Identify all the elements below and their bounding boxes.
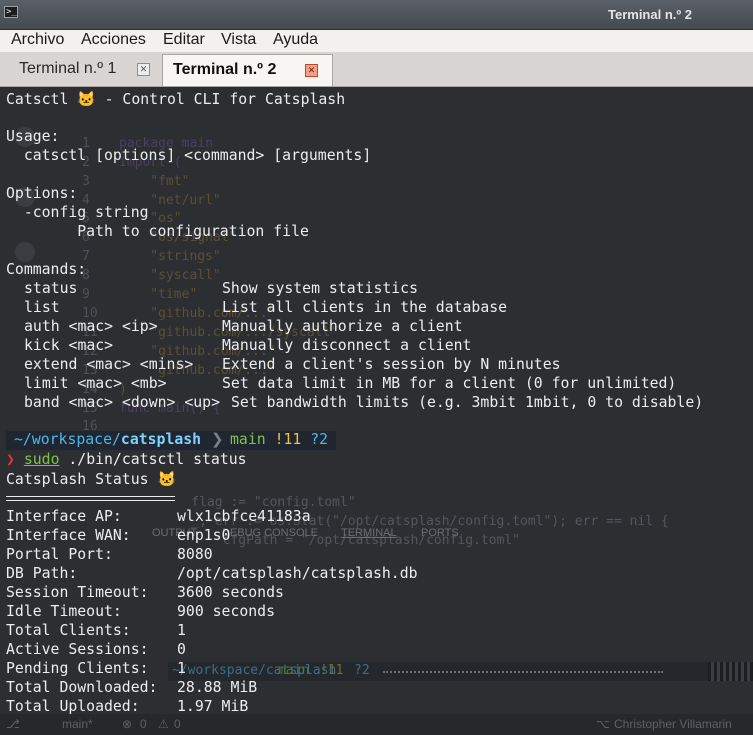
status-title: Catsplash Status 🐱: [6, 471, 176, 488]
ghost-prompt-filler: [383, 671, 663, 673]
menu-bar: Archivo Acciones Editar Vista Ayuda: [0, 30, 753, 53]
menu-acciones[interactable]: Acciones: [81, 31, 146, 49]
command-desc: Show system statistics: [222, 280, 418, 297]
help-header: Catsctl 🐱 - Control CLI for Catsplash: [6, 91, 346, 108]
status-label: Total Uploaded:: [6, 698, 140, 715]
ghost-panel-debug: DEBUG CONSOLE: [222, 527, 318, 539]
window-titlebar[interactable]: >_ Terminal n.º 2: [0, 0, 753, 30]
commands-label: Commands:: [6, 261, 87, 278]
command-sudo: sudo: [23, 451, 60, 468]
command-desc: List all clients in the database: [222, 299, 508, 316]
command-name: auth <mac> <ip>: [24, 318, 158, 335]
tab-label: Terminal n.º 2: [173, 61, 277, 78]
status-label: Session Timeout:: [6, 584, 149, 601]
status-label: Pending Clients:: [6, 660, 149, 677]
status-label: Interface WAN:: [6, 527, 131, 544]
status-value: 8080: [177, 546, 213, 563]
status-value: 1.97 MiB: [177, 698, 249, 715]
ghost-warning-icon: ⚠: [158, 717, 169, 731]
status-divider: [6, 496, 175, 501]
ghost-prompt-untracked: ?2: [354, 663, 370, 678]
ghost-source-control-icon: ⎇: [6, 717, 20, 731]
status-label: Active Sessions:: [6, 641, 149, 658]
command-name: extend <mac> <mins>: [24, 356, 194, 373]
status-value: 0: [177, 641, 186, 658]
ghost-branch: main*: [62, 717, 93, 731]
status-value: 3600 seconds: [177, 584, 284, 601]
prompt-git-status: main !11 ?2: [230, 431, 329, 448]
prompt-arrow-icon: ❯: [6, 451, 15, 468]
command-line: ❯ sudo ./bin/catsctl status: [6, 451, 247, 468]
status-value: 1: [177, 660, 186, 677]
status-label: Idle Timeout:: [6, 603, 122, 620]
status-value: wlx1cbfce41183a: [177, 508, 311, 525]
ghost-git-icon: ⌥: [596, 717, 610, 731]
command-desc: Set bandwidth limits (e.g. 3mbit 1mbit, …: [231, 394, 704, 411]
terminal-output[interactable]: 1234567891011121314151617 package mainim…: [0, 87, 753, 735]
command-desc: Extend a client's session by N minutes: [222, 356, 561, 373]
ghost-author: Christopher Villamarin: [614, 717, 732, 731]
status-value: enp1s0: [177, 527, 231, 544]
status-label: Total Downloaded:: [6, 679, 158, 696]
ghost-prompt-branch: main: [278, 663, 310, 678]
command-text: ./bin/catsctl status: [59, 451, 247, 468]
ghost-errors: 0: [140, 717, 147, 731]
command-name: kick <mac>: [24, 337, 114, 354]
status-label: Total Clients:: [6, 622, 131, 639]
tab-bar: Terminal n.º 1 ✕ Terminal n.º 2 ✕: [0, 52, 753, 87]
usage-text: catsctl [options] <command> [arguments]: [6, 147, 372, 164]
options-label: Options:: [6, 185, 78, 202]
ghost-prompt-modified: !11: [320, 663, 344, 678]
command-desc: Set data limit in MB for a client (0 for…: [222, 375, 677, 392]
ghost-status-bar: ⎇ main* ⊗ 0 ⚠ 0 ⌥ Christopher Villamarin: [0, 714, 753, 735]
command-name: status: [24, 280, 78, 297]
ghost-prompt-path: ~/workspace/catsplash: [172, 663, 337, 678]
usage-label: Usage:: [6, 128, 60, 145]
close-icon[interactable]: ✕: [305, 64, 318, 77]
prompt-path: ~/workspace/catsplash: [14, 431, 202, 448]
terminal-icon: >_: [4, 6, 18, 18]
prompt-separator-icon: ❯: [211, 432, 224, 448]
option-desc: Path to configuration file: [6, 223, 309, 240]
ghost-prompt-segment: [708, 662, 753, 681]
tab-terminal-2[interactable]: Terminal n.º 2 ✕: [162, 54, 333, 86]
menu-archivo[interactable]: Archivo: [11, 31, 64, 49]
status-value: 1: [177, 622, 186, 639]
ghost-error-icon: ⊗: [122, 717, 133, 731]
tab-terminal-1[interactable]: Terminal n.º 1 ✕: [0, 54, 162, 85]
status-label: Portal Port:: [6, 546, 113, 563]
command-name: limit <mac> <mb>: [24, 375, 167, 392]
option-flag: -config string: [6, 204, 149, 221]
menu-editar[interactable]: Editar: [163, 31, 205, 49]
command-desc: Manually disconnect a client: [222, 337, 472, 354]
tab-label: Terminal n.º 1: [19, 60, 117, 77]
menu-ayuda[interactable]: Ayuda: [273, 31, 318, 49]
ghost-warnings: 0: [174, 717, 181, 731]
command-name: list: [24, 299, 60, 316]
shell-prompt: ~/workspace/catsplash ❯ main !11 ?2: [6, 431, 336, 450]
status-value: 900 seconds: [177, 603, 275, 620]
command-desc: Manually authorize a client: [222, 318, 463, 335]
status-value: 28.88 MiB: [177, 679, 258, 696]
ghost-panel-terminal: TERMINAL: [341, 527, 397, 539]
window-title: Terminal n.º 2: [608, 7, 692, 22]
status-label: Interface AP:: [6, 508, 122, 525]
ghost-extensions-icon: [15, 242, 35, 262]
close-icon[interactable]: ✕: [137, 63, 150, 76]
ghost-panel-ports: PORTS: [421, 527, 459, 539]
command-name: band <mac> <down> <up>: [24, 394, 220, 411]
status-label: DB Path:: [6, 565, 78, 582]
menu-vista[interactable]: Vista: [221, 31, 256, 49]
status-value: /opt/catsplash/catsplash.db: [177, 565, 418, 582]
